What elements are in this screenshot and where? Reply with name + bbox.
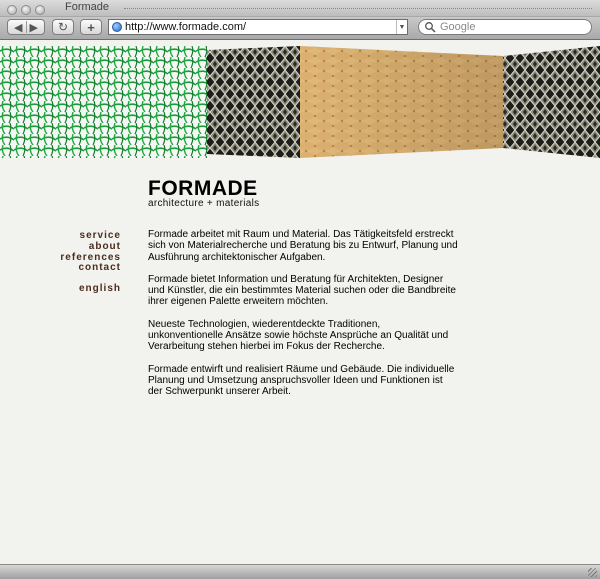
materials-banner — [0, 46, 600, 158]
zoom-window-button[interactable] — [35, 5, 45, 15]
paragraph: Neueste Technologien, wiederentdeckte Tr… — [148, 318, 449, 353]
paragraph: Formade entwirft und realisiert Räume un… — [148, 363, 455, 398]
browser-toolbar: ◀ ▶ ↻ + http://www.formade.com/ ▼ Google — [0, 17, 600, 40]
minimize-window-button[interactable] — [21, 5, 31, 15]
reload-button[interactable]: ↻ — [52, 19, 74, 35]
language-link-english[interactable]: english — [0, 283, 121, 295]
add-bookmark-button[interactable]: + — [80, 19, 102, 35]
divider — [25, 21, 27, 33]
title-divider — [124, 8, 592, 9]
brand-tagline: architecture + materials — [148, 198, 260, 209]
url-history-chevron-icon[interactable]: ▼ — [396, 20, 407, 34]
url-text[interactable]: http://www.formade.com/ — [125, 21, 246, 33]
back-arrow-icon[interactable]: ◀ — [14, 21, 22, 34]
search-field[interactable]: Google — [418, 19, 592, 35]
globe-icon — [112, 22, 122, 32]
back-forward-buttons[interactable]: ◀ ▶ — [7, 19, 45, 35]
intro-text: Formade arbeitet mit Raum und Material. … — [148, 229, 458, 409]
address-bar[interactable]: http://www.formade.com/ ▼ — [108, 19, 408, 35]
green-mesh-panel — [0, 46, 207, 158]
resize-grip-icon[interactable] — [588, 568, 597, 577]
window-title: Formade — [65, 1, 110, 13]
window-bottom-bar — [0, 564, 600, 579]
paragraph: Formade arbeitet mit Raum und Material. … — [148, 229, 458, 263]
plus-icon: + — [87, 19, 95, 35]
main-nav: service about references contact english — [0, 230, 121, 295]
reload-icon: ↻ — [57, 20, 69, 34]
wood-shading — [300, 46, 503, 158]
close-window-button[interactable] — [7, 5, 17, 15]
brand-name: FORMADE — [148, 177, 258, 200]
search-placeholder: Google — [440, 21, 476, 33]
site-logo[interactable]: FORMADE architecture + materials — [148, 178, 259, 209]
search-icon[interactable] — [424, 21, 436, 33]
woven-metal-panel-right — [503, 46, 600, 158]
nav-link-about[interactable]: about — [0, 241, 121, 253]
forward-arrow-icon[interactable]: ▶ — [30, 21, 38, 34]
window-titlebar: Formade — [0, 0, 600, 17]
paragraph: Formade bietet Information und Beratung … — [148, 273, 456, 308]
woven-metal-panel — [207, 46, 300, 158]
nav-link-contact[interactable]: contact — [0, 263, 121, 274]
